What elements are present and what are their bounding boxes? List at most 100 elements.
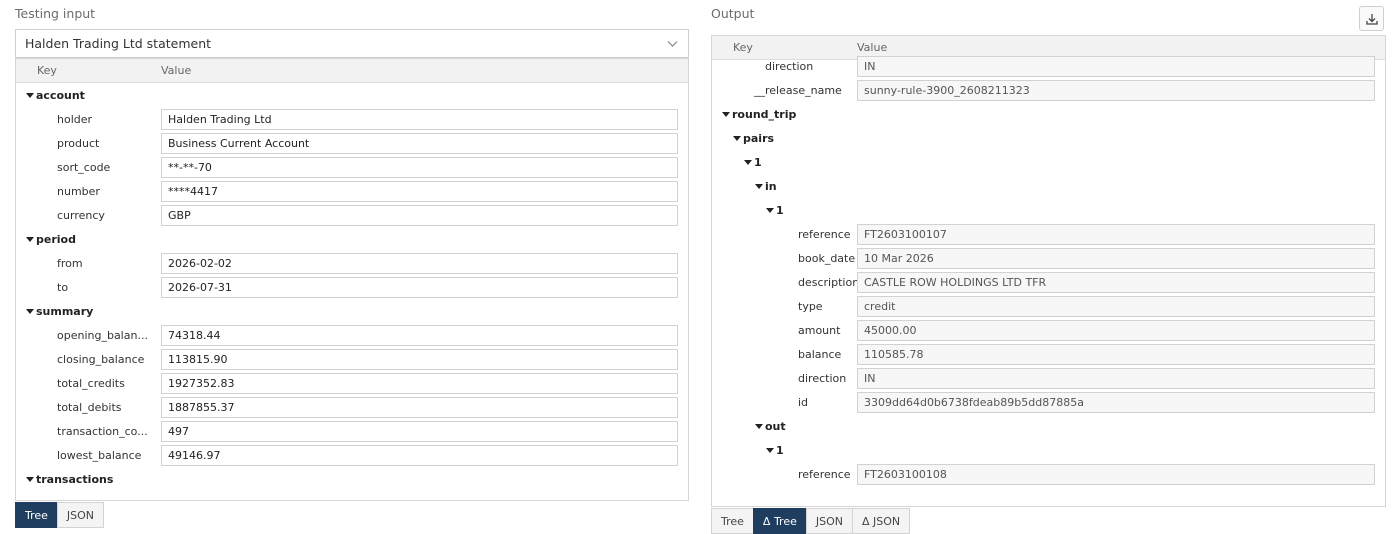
input-panel-title: Testing input <box>15 6 96 21</box>
tree-row: closing_balance 113815.90 <box>16 348 688 372</box>
value-column-header: Value <box>161 64 192 77</box>
caret-down-icon[interactable] <box>733 136 741 141</box>
caret-down-icon[interactable] <box>26 237 34 242</box>
tree-row: amount 45000.00 <box>712 319 1385 343</box>
tree-value-holder-field[interactable]: Halden Trading Ltd <box>161 109 678 130</box>
input-view-tabs: Tree JSON <box>15 502 105 528</box>
tree-key-type: type <box>798 300 823 313</box>
tree-key-transactions: transactions <box>36 473 114 486</box>
tree-key-reference: reference <box>798 468 851 481</box>
tree-row: to 2026-07-31 <box>16 276 688 300</box>
tree-key-to: to <box>57 281 69 294</box>
tree-key-transaction-co: transaction_co... <box>57 425 148 438</box>
tab-tree[interactable]: Tree <box>15 502 58 528</box>
tab-json[interactable]: JSON <box>56 502 105 528</box>
tree-row: reference FT2603100108 <box>712 463 1385 487</box>
tree-row: number ****4417 <box>16 180 688 204</box>
tree-value-release-name: sunny-rule-3900_2608211323 <box>857 80 1375 101</box>
tree-key-round-trip: round_trip <box>732 108 797 121</box>
tree-value-total-credits-field[interactable]: 1927352.83 <box>161 373 678 394</box>
tree-group-row[interactable]: period <box>16 228 688 252</box>
caret-down-icon[interactable] <box>722 112 730 117</box>
tree-value-book-date: 10 Mar 2026 <box>857 248 1375 269</box>
tree-key-period: period <box>36 233 76 246</box>
tree-value-lowest-balance-field[interactable]: 49146.97 <box>161 445 678 466</box>
tree-row: __release_name sunny-rule-3900_2608211323 <box>712 79 1385 103</box>
caret-down-icon[interactable] <box>766 448 774 453</box>
tree-key-amount: amount <box>798 324 841 337</box>
input-select[interactable]: Halden Trading Ltd statement <box>15 29 689 58</box>
tree-value-currency-field[interactable]: GBP <box>161 205 678 226</box>
tree-key-total-debits: total_debits <box>57 401 122 414</box>
tree-row: type credit <box>712 295 1385 319</box>
tree-row: direction IN <box>712 55 1385 79</box>
input-tree[interactable]: Key Value account holder Halden Trading Lt… <box>15 58 689 501</box>
tree-group-row[interactable]: round_trip <box>712 103 1385 127</box>
tree-key-description: description <box>798 276 860 289</box>
tree-group-row[interactable]: in <box>712 175 1385 199</box>
tree-key-1: 1 <box>754 156 762 169</box>
tree-key-sort-code: sort_code <box>57 161 111 174</box>
tree-group-row[interactable]: 1 <box>712 151 1385 175</box>
caret-down-icon[interactable] <box>26 309 34 314</box>
tree-value-number-field[interactable]: ****4417 <box>161 181 678 202</box>
tree-group-row[interactable]: account <box>16 84 688 108</box>
tree-group-row[interactable]: pairs <box>712 127 1385 151</box>
tree-value-total-debits-field[interactable]: 1887855.37 <box>161 397 678 418</box>
tab-delta-tree[interactable]: Δ Tree <box>752 508 807 534</box>
tree-value-product-field[interactable]: Business Current Account <box>161 133 678 154</box>
value-column-header: Value <box>857 41 888 54</box>
tree-row: total_debits 1887855.37 <box>16 396 688 420</box>
tree-group-row[interactable]: summary <box>16 300 688 324</box>
caret-down-icon[interactable] <box>766 208 774 213</box>
tree-key-account: account <box>36 89 85 102</box>
tree-value-to-field[interactable]: 2026-07-31 <box>161 277 678 298</box>
tree-value-balance: 110585.78 <box>857 344 1375 365</box>
tree-value-opening-balan-field[interactable]: 74318.44 <box>161 325 678 346</box>
tree-value-reference: FT2603100107 <box>857 224 1375 245</box>
tree-value-description: CASTLE ROW HOLDINGS LTD TFR <box>857 272 1375 293</box>
tree-row: balance 110585.78 <box>712 343 1385 367</box>
tab-delta-json[interactable]: Δ JSON <box>852 508 911 534</box>
tree-value-transaction-co-field[interactable]: 497 <box>161 421 678 442</box>
tree-row: holder Halden Trading Ltd <box>16 108 688 132</box>
tab-tree[interactable]: Tree <box>711 508 754 534</box>
tree-row: description CASTLE ROW HOLDINGS LTD TFR <box>712 271 1385 295</box>
caret-down-icon[interactable] <box>755 184 763 189</box>
tree-key-release-name: __release_name <box>754 84 842 97</box>
tab-json[interactable]: JSON <box>805 508 853 534</box>
tree-key-out: out <box>765 420 786 433</box>
caret-down-icon[interactable] <box>26 93 34 98</box>
tree-value-from-field[interactable]: 2026-02-02 <box>161 253 678 274</box>
tree-key-1: 1 <box>776 444 784 457</box>
output-view-tabs: Tree Δ Tree JSON Δ JSON <box>711 508 911 534</box>
tree-key-product: product <box>57 137 100 150</box>
caret-down-icon[interactable] <box>744 160 752 165</box>
tree-key-in: in <box>765 180 777 193</box>
tree-group-row[interactable]: 1 <box>712 439 1385 463</box>
tree-key-reference: reference <box>798 228 851 241</box>
tree-key-book-date: book_date <box>798 252 856 265</box>
tree-key-id: id <box>798 396 809 409</box>
tree-group-row[interactable]: transactions <box>16 468 688 492</box>
tree-group-row[interactable]: out <box>712 415 1385 439</box>
tree-key-total-credits: total_credits <box>57 377 125 390</box>
chevron-down-icon <box>667 41 678 47</box>
download-button[interactable] <box>1359 6 1384 31</box>
tree-key-balance: balance <box>798 348 842 361</box>
tree-group-row[interactable]: 1 <box>712 199 1385 223</box>
caret-down-icon[interactable] <box>26 477 34 482</box>
tree-row: transaction_co... 497 <box>16 420 688 444</box>
tree-value-reference: FT2603100108 <box>857 464 1375 485</box>
tree-row: lowest_balance 49146.97 <box>16 444 688 468</box>
output-panel-title: Output <box>711 6 755 21</box>
tree-value-closing-balance-field[interactable]: 113815.90 <box>161 349 678 370</box>
output-tree[interactable]: Key Value direction IN __release_name sunny… <box>711 35 1386 507</box>
tree-value-id: 3309dd64d0b6738fdeab89b5dd87885a <box>857 392 1375 413</box>
tree-row: id 3309dd64d0b6738fdeab89b5dd87885a <box>712 391 1385 415</box>
tree-value-sort-code-field[interactable]: **-**-70 <box>161 157 678 178</box>
tree-row: direction IN <box>712 367 1385 391</box>
caret-down-icon[interactable] <box>755 424 763 429</box>
tree-key-direction: direction <box>798 372 847 385</box>
tree-key-currency: currency <box>57 209 105 222</box>
